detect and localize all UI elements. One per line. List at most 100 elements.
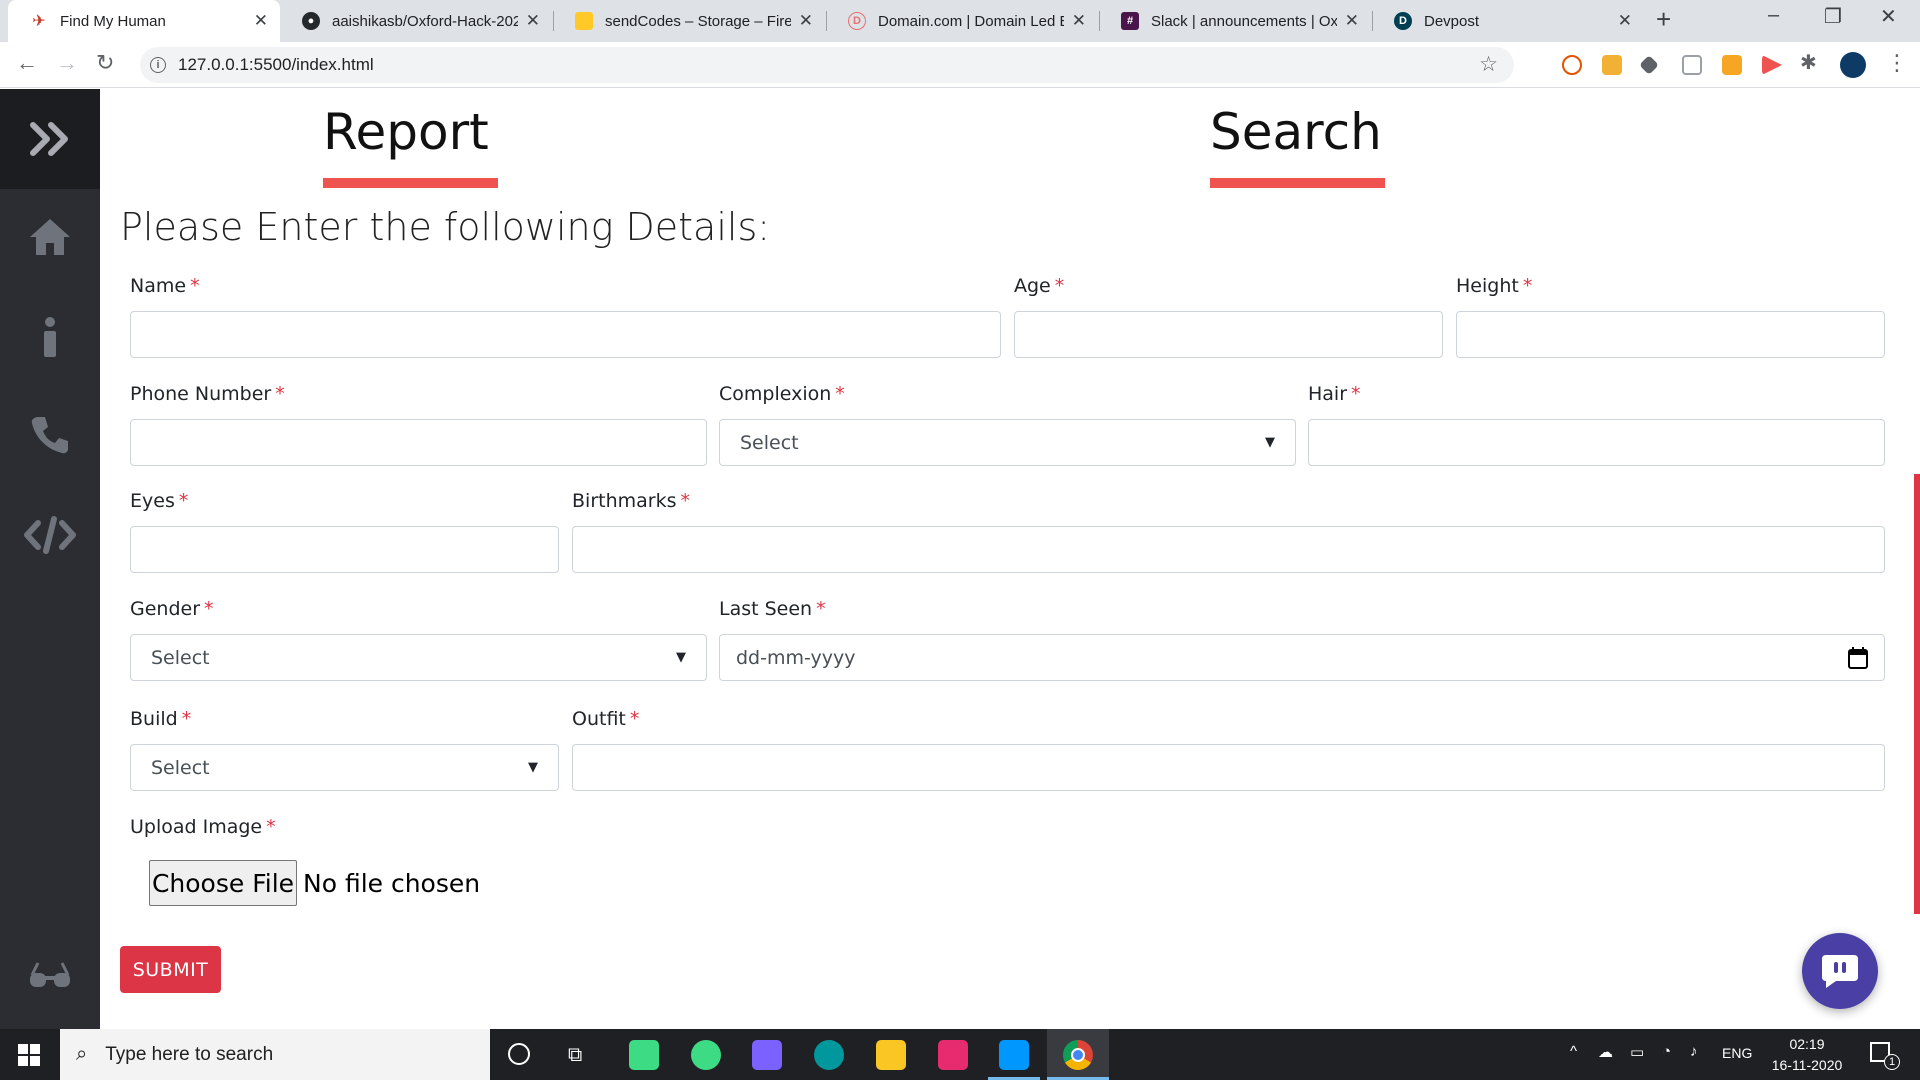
- close-tab-icon[interactable]: ✕: [1072, 11, 1086, 31]
- outfit-input[interactable]: [572, 744, 1885, 791]
- tab-github[interactable]: ● aaishikasb/Oxford-Hack-202 ✕: [280, 0, 552, 42]
- sidebar: [0, 89, 100, 1029]
- sidebar-item-info[interactable]: [0, 317, 100, 357]
- eyes-input[interactable]: [130, 526, 559, 573]
- file-upload: Choose File No file chosen: [149, 860, 480, 906]
- tab-find-my-human[interactable]: ✈ Find My Human ✕: [8, 0, 280, 42]
- gitkraken-icon[interactable]: [691, 1040, 721, 1070]
- upload-label: Upload Image *: [130, 816, 276, 838]
- firebase-icon: [575, 12, 593, 30]
- forward-icon[interactable]: →: [56, 50, 78, 76]
- active-underline: [323, 178, 498, 188]
- complexion-select[interactable]: Select ▼: [719, 419, 1296, 466]
- info-icon: [44, 317, 56, 357]
- calendar-icon[interactable]: [1848, 646, 1868, 669]
- phone-label: Phone Number *: [130, 383, 285, 405]
- outfit-label: Outfit *: [572, 708, 640, 730]
- sidebar-item-home[interactable]: [0, 217, 100, 257]
- arduino-icon[interactable]: [814, 1040, 844, 1070]
- extension-icon[interactable]: [1639, 55, 1659, 75]
- complexion-label: Complexion *: [719, 383, 845, 405]
- notification-count-badge: 1: [1884, 1054, 1900, 1070]
- new-tab-button[interactable]: +: [1656, 4, 1671, 35]
- chrome-taskbar-item[interactable]: [1047, 1029, 1109, 1080]
- taskbar-search-box[interactable]: ⌕ Type here to search: [60, 1029, 490, 1080]
- browser-tab-strip: ✈ Find My Human ✕ ● aaishikasb/Oxford-Ha…: [0, 0, 1920, 42]
- close-tab-icon[interactable]: ✕: [799, 11, 813, 31]
- hair-label: Hair *: [1308, 383, 1361, 405]
- name-input[interactable]: [130, 311, 1001, 358]
- clock[interactable]: 02:19 16-11-2020: [1764, 1034, 1850, 1076]
- extension-icon[interactable]: [1562, 55, 1582, 75]
- hair-input[interactable]: [1308, 419, 1885, 466]
- fmh-favicon: ✈: [32, 13, 46, 30]
- wifi-icon[interactable]: ◔: [1662, 1043, 1671, 1060]
- cortana-icon[interactable]: [508, 1043, 530, 1065]
- battery-icon[interactable]: ▭: [1630, 1043, 1644, 1061]
- bookmark-star-icon[interactable]: ☆: [1479, 52, 1498, 77]
- extension-icon[interactable]: [1722, 55, 1742, 75]
- profile-avatar[interactable]: [1840, 52, 1866, 78]
- gender-select[interactable]: Select ▼: [130, 634, 707, 681]
- phone-input[interactable]: [130, 419, 707, 466]
- birthmarks-input[interactable]: [572, 526, 1885, 573]
- close-tab-icon[interactable]: ✕: [254, 11, 268, 31]
- sidebar-item-code[interactable]: [0, 515, 100, 555]
- sidebar-item-contact[interactable]: [0, 415, 100, 455]
- minimize-icon[interactable]: –: [1768, 4, 1779, 27]
- choose-file-button[interactable]: Choose File: [149, 860, 297, 906]
- app-icon[interactable]: [752, 1040, 782, 1070]
- menu-dots-icon[interactable]: ⋮: [1886, 50, 1908, 76]
- devpost-icon: D: [1394, 12, 1412, 30]
- onedrive-icon[interactable]: ☁: [1598, 1043, 1613, 1061]
- volume-icon[interactable]: ♪: [1690, 1043, 1698, 1060]
- task-view-icon[interactable]: ⧉: [568, 1044, 582, 1067]
- windows-start-icon[interactable]: [18, 1044, 40, 1071]
- close-tab-icon[interactable]: ✕: [526, 11, 540, 31]
- main-content: Report Search Please Enter the following…: [100, 89, 1918, 1029]
- height-input[interactable]: [1456, 311, 1885, 358]
- last-seen-label: Last Seen *: [719, 598, 826, 620]
- tab-domain[interactable]: D Domain.com | Domain Led E ✕: [826, 0, 1098, 42]
- intellij-icon[interactable]: [938, 1040, 968, 1070]
- submit-button[interactable]: SUBMIT: [120, 946, 221, 993]
- last-seen-date-input[interactable]: dd-mm-yyyy: [719, 634, 1885, 681]
- home-icon: [30, 219, 70, 255]
- build-select[interactable]: Select ▼: [130, 744, 559, 791]
- vscode-icon[interactable]: [999, 1040, 1029, 1070]
- tab-slack[interactable]: # Slack | announcements | Oxf ✕: [1099, 0, 1371, 42]
- domain-icon: D: [848, 12, 866, 30]
- restore-icon[interactable]: ❐: [1824, 4, 1842, 29]
- extension-icon[interactable]: [1602, 55, 1622, 75]
- birthmarks-label: Birthmarks *: [572, 490, 690, 512]
- age-input[interactable]: [1014, 311, 1443, 358]
- chevron-up-icon[interactable]: ^: [1570, 1043, 1577, 1060]
- tab-devpost[interactable]: D Devpost ✕: [1372, 0, 1644, 42]
- sidebar-item-glasses[interactable]: [0, 961, 100, 991]
- android-studio-icon[interactable]: [629, 1040, 659, 1070]
- back-icon[interactable]: ←: [16, 50, 38, 76]
- puzzle-extensions-icon[interactable]: ✱: [1800, 50, 1817, 75]
- extension-icon[interactable]: [1682, 55, 1702, 75]
- glasses-icon: [30, 962, 70, 987]
- extension-icon[interactable]: [1762, 55, 1782, 75]
- sidebar-toggle[interactable]: [0, 89, 100, 189]
- eyes-label: Eyes *: [130, 490, 189, 512]
- close-window-icon[interactable]: ✕: [1880, 4, 1897, 29]
- tab-search[interactable]: Search: [1210, 103, 1385, 188]
- close-tab-icon[interactable]: ✕: [1618, 11, 1632, 31]
- language-indicator[interactable]: ENG: [1722, 1045, 1752, 1061]
- tab-firebase[interactable]: sendCodes – Storage – Fireb ✕: [553, 0, 825, 42]
- chat-widget-button[interactable]: [1802, 933, 1878, 1009]
- address-bar[interactable]: i 127.0.0.1:5500/index.html ☆: [140, 47, 1514, 83]
- double-chevron-right-icon: [30, 122, 68, 156]
- url-text[interactable]: 127.0.0.1:5500/index.html: [178, 55, 374, 75]
- file-explorer-icon[interactable]: [876, 1040, 906, 1070]
- site-info-icon[interactable]: i: [150, 57, 166, 73]
- reload-icon[interactable]: ↻: [96, 50, 114, 76]
- scroll-indicator[interactable]: [1914, 474, 1920, 914]
- tab-report[interactable]: Report: [323, 103, 498, 188]
- close-tab-icon[interactable]: ✕: [1345, 11, 1359, 31]
- windows-taskbar: ⌕ Type here to search ⧉ ^ ☁ ▭ ◔ ♪ ENG 02…: [0, 1029, 1920, 1080]
- chat-bubble-icon: [1822, 955, 1858, 988]
